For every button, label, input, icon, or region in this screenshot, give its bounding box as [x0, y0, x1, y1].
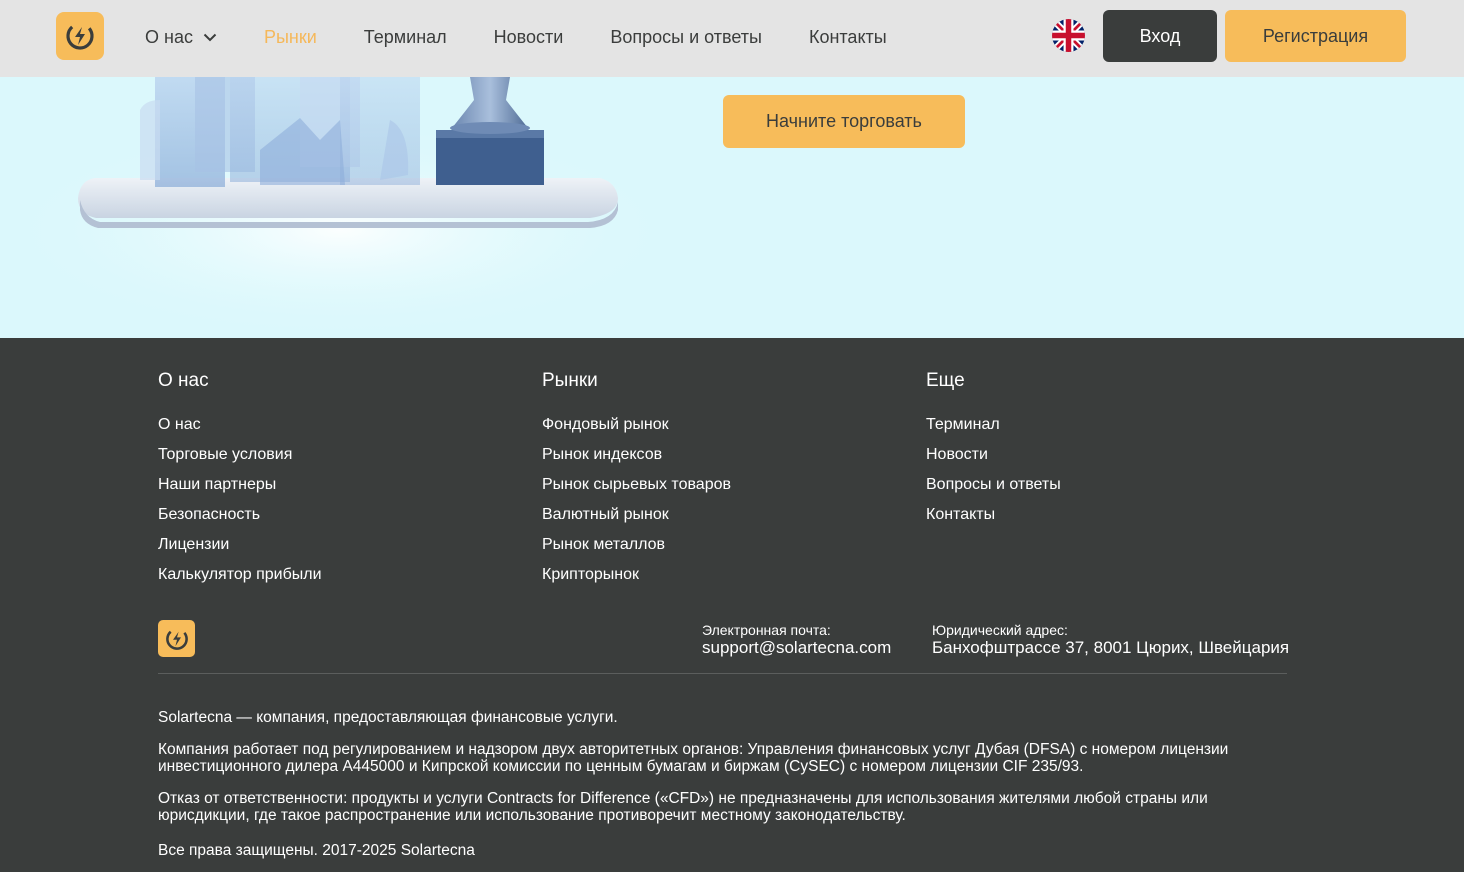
footer-link-terminal[interactable]: Терминал: [926, 416, 1061, 446]
footer-link-security[interactable]: Безопасность: [158, 506, 322, 536]
contact-address: Юридический адрес: Банхофштрассе 37, 800…: [932, 622, 1289, 658]
footer-link-forex-market[interactable]: Валютный рынок: [542, 506, 731, 536]
address-label: Юридический адрес:: [932, 622, 1068, 638]
footer-link-faq[interactable]: Вопросы и ответы: [926, 476, 1061, 506]
contact-email: Электронная почта: support@solartecna.co…: [702, 622, 891, 658]
footer-column-title: Рынки: [542, 370, 598, 391]
address-value: Банхофштрассе 37, 8001 Цюрих, Швейцария: [932, 638, 1290, 657]
footer-link-news[interactable]: Новости: [926, 446, 1061, 476]
lightning-logo-icon: [66, 22, 94, 50]
footer-divider: [158, 673, 1287, 674]
footer-link-licenses[interactable]: Лицензии: [158, 536, 322, 566]
copyright: Все права защищены. 2017-2025 Solartecna: [158, 842, 475, 859]
nav-item-contacts[interactable]: Контакты: [809, 27, 887, 48]
company-description: Solartecna — компания, предоставляющая ф…: [158, 709, 618, 726]
footer-link-about[interactable]: О нас: [158, 416, 322, 446]
footer-link-contacts[interactable]: Контакты: [926, 506, 1061, 536]
regulation-notice: Компания работает под регулированием и н…: [158, 741, 1229, 775]
nav-item-about[interactable]: О нас: [145, 27, 217, 48]
footer-column-about: О нас О нас Торговые условия Наши партне…: [158, 370, 322, 596]
nav-item-news[interactable]: Новости: [494, 27, 564, 48]
footer-column-title: Еще: [926, 370, 965, 391]
main-nav: О нас Рынки Терминал Новости Вопросы и о…: [145, 0, 934, 74]
start-trading-button[interactable]: Начните торговать: [723, 95, 965, 148]
footer-column-markets: Рынки Фондовый рынок Рынок индексов Рыно…: [542, 370, 731, 596]
footer-logo[interactable]: [158, 620, 195, 657]
nav-item-label: О нас: [145, 26, 193, 47]
cfd-disclaimer: Отказ от ответственности: продукты и усл…: [158, 790, 1208, 824]
login-button[interactable]: Вход: [1103, 10, 1217, 62]
footer-link-crypto-market[interactable]: Крипторынок: [542, 566, 731, 596]
email-label: Электронная почта:: [702, 622, 831, 638]
chevron-down-icon: [203, 33, 217, 42]
email-link[interactable]: support@solartecna.com: [702, 638, 891, 658]
footer-link-metals-market[interactable]: Рынок металлов: [542, 536, 731, 566]
footer-link-index-market[interactable]: Рынок индексов: [542, 446, 731, 476]
nav-item-markets[interactable]: Рынки: [264, 27, 317, 48]
uk-flag-icon[interactable]: [1052, 19, 1085, 52]
site-header: О нас Рынки Терминал Новости Вопросы и о…: [0, 0, 1464, 77]
footer-link-stock-market[interactable]: Фондовый рынок: [542, 416, 731, 446]
lightning-logo-icon: [165, 627, 188, 650]
logo[interactable]: [56, 12, 104, 60]
footer-column-title: О нас: [158, 370, 209, 391]
footer-link-trading-conditions[interactable]: Торговые условия: [158, 446, 322, 476]
nav-item-terminal[interactable]: Терминал: [364, 27, 447, 48]
footer-link-profit-calculator[interactable]: Калькулятор прибыли: [158, 566, 322, 596]
footer-link-partners[interactable]: Наши партнеры: [158, 476, 322, 506]
footer-column-more: Еще Терминал Новости Вопросы и ответы Ко…: [926, 370, 1061, 536]
register-button[interactable]: Регистрация: [1225, 10, 1406, 62]
nav-item-faq[interactable]: Вопросы и ответы: [610, 27, 762, 48]
footer-link-commodities-market[interactable]: Рынок сырьевых товаров: [542, 476, 731, 506]
site-footer: О нас О нас Торговые условия Наши партне…: [0, 338, 1464, 872]
